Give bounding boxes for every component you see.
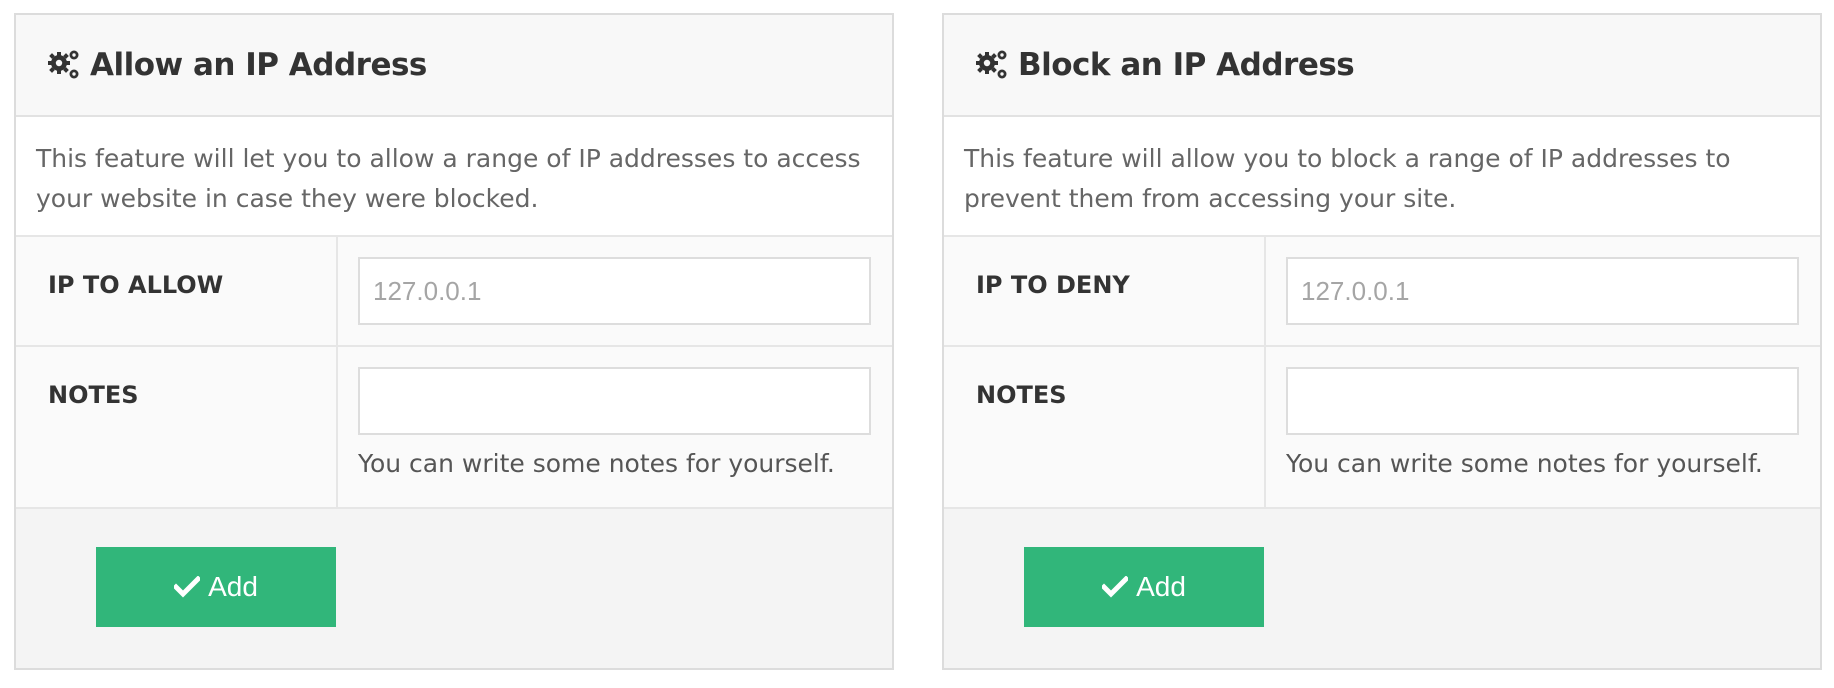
- check-icon: [174, 576, 201, 598]
- block-add-button-label: Add: [1136, 571, 1186, 602]
- block-notes-label: NOTES: [944, 347, 1266, 507]
- ip-rules-page: Allow an IP Address This feature will le…: [0, 0, 1834, 688]
- block-add-button[interactable]: Add: [1024, 547, 1264, 627]
- block-ip-panel-title: Block an IP Address: [1018, 47, 1355, 83]
- allow-notes-input[interactable]: [358, 367, 871, 435]
- gears-icon: [46, 47, 82, 83]
- ip-to-deny-input[interactable]: [1286, 257, 1799, 325]
- allow-add-button[interactable]: Add: [96, 547, 336, 627]
- ip-to-deny-field-cell: [1266, 237, 1820, 345]
- ip-to-deny-label: IP TO DENY: [944, 237, 1266, 345]
- allow-ip-panel-footer: Add: [16, 509, 892, 668]
- block-notes-input[interactable]: [1286, 367, 1799, 435]
- block-notes-row: NOTES You can write some notes for yours…: [944, 347, 1820, 509]
- allow-ip-panel: Allow an IP Address This feature will le…: [14, 13, 894, 670]
- block-notes-field-cell: You can write some notes for yourself.: [1266, 347, 1820, 507]
- allow-notes-field-cell: You can write some notes for yourself.: [338, 347, 892, 507]
- allow-ip-row: IP TO ALLOW: [16, 237, 892, 347]
- gears-icon: [974, 47, 1010, 83]
- block-ip-panel: Block an IP Address This feature will al…: [942, 13, 1822, 670]
- allow-add-button-label: Add: [208, 571, 258, 602]
- allow-notes-help-text: You can write some notes for yourself.: [358, 449, 835, 478]
- block-ip-panel-header: Block an IP Address: [944, 15, 1820, 117]
- deny-ip-row: IP TO DENY: [944, 237, 1820, 347]
- allow-ip-panel-header: Allow an IP Address: [16, 15, 892, 117]
- ip-to-allow-field-cell: [338, 237, 892, 345]
- ip-to-allow-label: IP TO ALLOW: [16, 237, 338, 345]
- allow-notes-label: NOTES: [16, 347, 338, 507]
- allow-ip-description: This feature will let you to allow a ran…: [16, 117, 892, 237]
- ip-to-allow-input[interactable]: [358, 257, 871, 325]
- allow-notes-row: NOTES You can write some notes for yours…: [16, 347, 892, 509]
- allow-ip-panel-title: Allow an IP Address: [90, 47, 427, 83]
- block-ip-description: This feature will allow you to block a r…: [944, 117, 1820, 237]
- block-ip-panel-footer: Add: [944, 509, 1820, 668]
- check-icon: [1102, 576, 1129, 598]
- block-notes-help-text: You can write some notes for yourself.: [1286, 449, 1763, 478]
